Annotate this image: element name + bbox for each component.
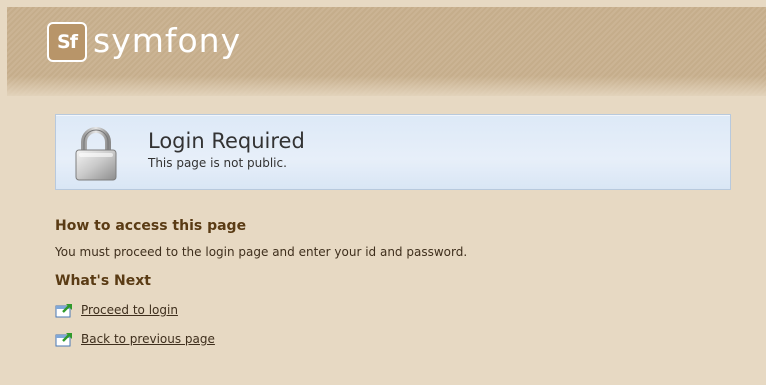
logo-text: symfony	[93, 20, 242, 60]
logo-mark: Sf	[47, 22, 87, 62]
arrow-link-icon	[55, 333, 72, 347]
notice-title: Login Required	[148, 129, 305, 153]
back-to-previous-link[interactable]: Back to previous page	[55, 331, 215, 347]
arrow-link-icon	[55, 304, 72, 318]
access-heading: How to access this page	[55, 218, 247, 234]
back-to-previous-label[interactable]: Back to previous page	[81, 332, 215, 346]
symfony-logo[interactable]: Sf symfony	[47, 20, 241, 64]
login-required-notice: Login Required This page is not public.	[55, 114, 731, 190]
proceed-to-login-link[interactable]: Proceed to login	[55, 302, 178, 318]
lock-icon	[75, 127, 117, 181]
whats-next-heading: What's Next	[55, 273, 151, 289]
notice-subtitle: This page is not public.	[148, 156, 287, 170]
proceed-to-login-label[interactable]: Proceed to login	[81, 303, 178, 317]
access-instructions: You must proceed to the login page and e…	[55, 245, 468, 259]
